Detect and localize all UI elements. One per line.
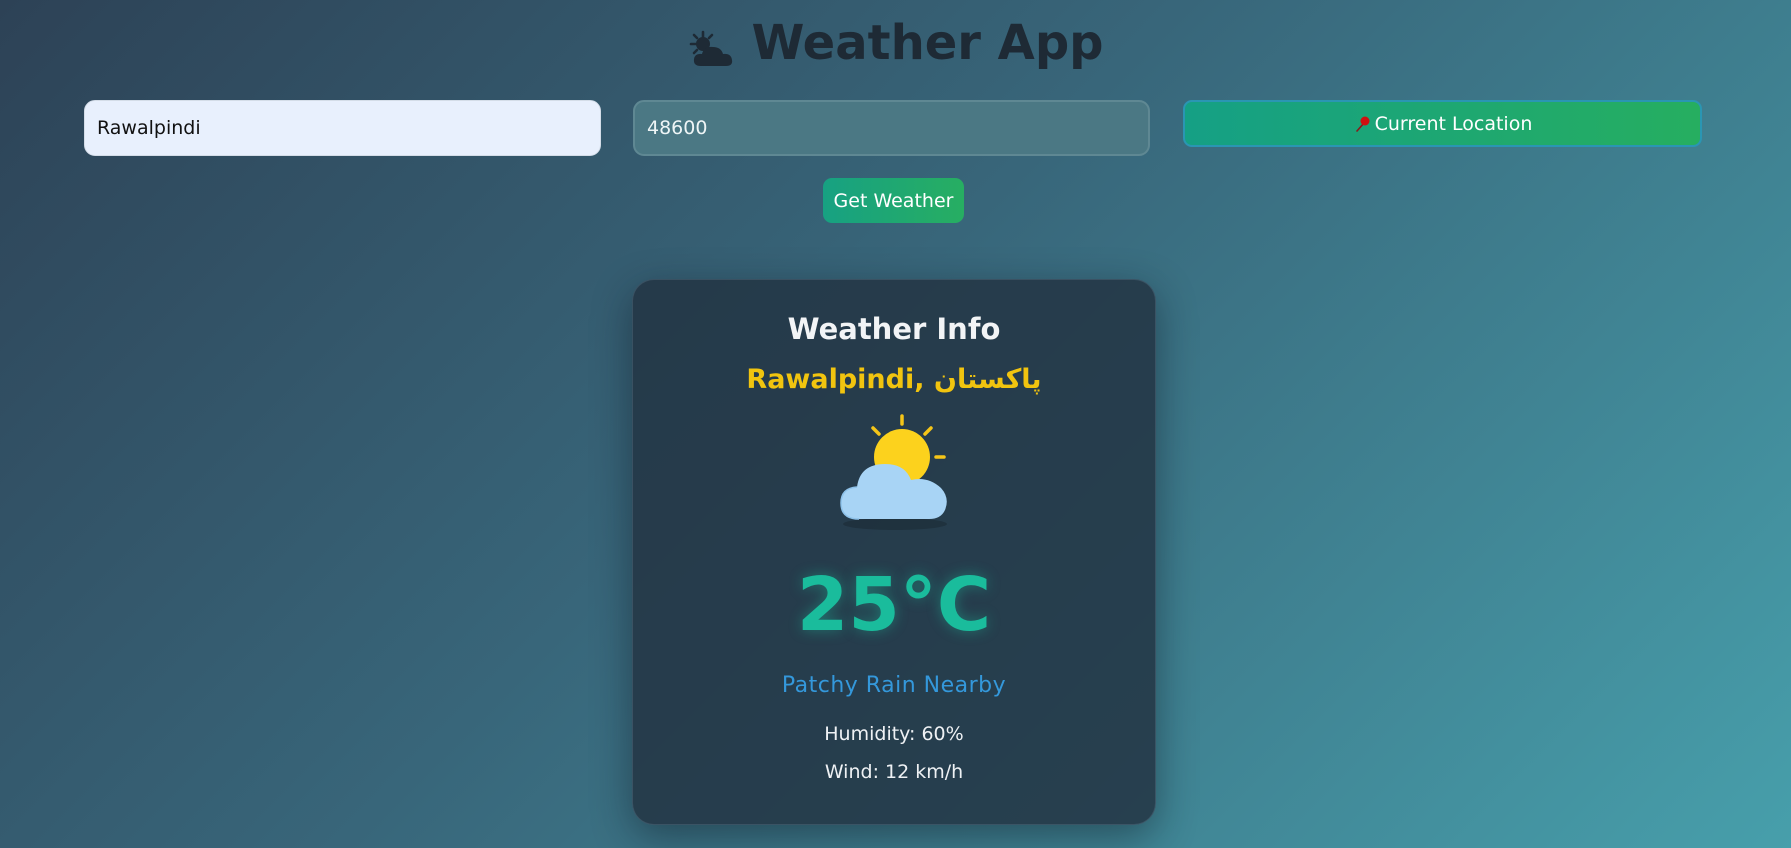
page-title: Weather App [687, 12, 1104, 74]
weather-info-card: Weather Info Rawalpindi, پاکستان 25°C Pa… [632, 279, 1156, 825]
card-title: Weather Info [787, 312, 1001, 346]
location-name: Rawalpindi, پاکستان [746, 364, 1042, 395]
current-location-label: Current Location [1374, 112, 1533, 135]
round-pushpin-icon [1353, 115, 1371, 133]
current-location-button[interactable]: Current Location [1183, 100, 1702, 147]
weather-condition: Patchy Rain Nearby [781, 673, 1007, 698]
app-title-text: Weather App [751, 15, 1104, 71]
search-controls: Current Location [0, 100, 1791, 160]
app-header: Weather App [0, 12, 1791, 74]
temperature-value: 25°C [796, 562, 992, 648]
humidity-text: Humidity: 60% [824, 723, 964, 745]
wind-text: Wind: 12 km/h [824, 761, 964, 783]
get-weather-button[interactable]: Get Weather [823, 178, 964, 223]
sun-behind-cloud-icon [687, 23, 737, 66]
city-input[interactable] [84, 100, 601, 156]
partly-cloudy-icon [829, 412, 959, 532]
zip-code-input[interactable] [633, 100, 1150, 156]
